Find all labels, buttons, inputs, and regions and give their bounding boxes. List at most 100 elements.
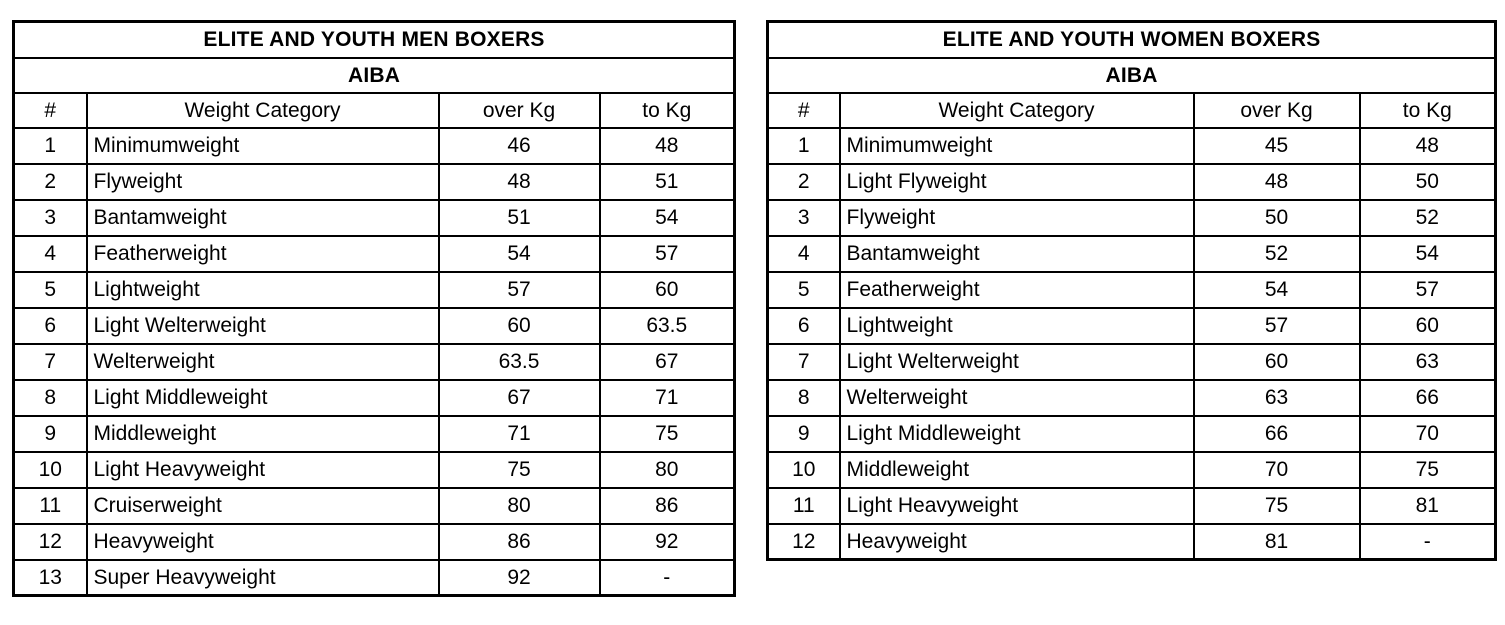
row-to-kg: 54 <box>598 198 736 237</box>
row-to-kg: 67 <box>598 342 736 381</box>
women-table-body: 1 Minimumweight 45 48 2 Light Flyweight 48 50 3 F… <box>766 126 1497 561</box>
row-over-kg: 66 <box>1192 414 1361 453</box>
row-weight-category: Super Heavyweight <box>85 558 440 597</box>
row-to-kg: 66 <box>1358 378 1497 417</box>
row-to-kg: 63.5 <box>598 306 736 345</box>
women-table-title: ELITE AND YOUTH WOMEN BOXERS <box>766 20 1497 59</box>
row-weight-category: Light Welterweight <box>838 342 1195 381</box>
row-weight-category: Heavyweight <box>838 522 1195 561</box>
table-row: 6 Light Welterweight 60 63.5 <box>12 306 736 345</box>
row-over-kg: 57 <box>1192 306 1361 345</box>
table-row: 9 Light Middleweight 66 70 <box>766 414 1497 453</box>
row-over-kg: 63.5 <box>437 342 601 381</box>
row-over-kg: 45 <box>1192 126 1361 165</box>
table-row: 2 Light Flyweight 48 50 <box>766 162 1497 201</box>
table-row: 4 Featherweight 54 57 <box>12 234 736 273</box>
table-row: 11 Light Heavyweight 75 81 <box>766 486 1497 525</box>
table-row: 12 Heavyweight 86 92 <box>12 522 736 561</box>
row-index: 1 <box>12 126 88 165</box>
row-to-kg: 48 <box>598 126 736 165</box>
row-weight-category: Heavyweight <box>85 522 440 561</box>
table-row: 3 Flyweight 50 52 <box>766 198 1497 237</box>
row-to-kg: 52 <box>1358 198 1497 237</box>
row-over-kg: 70 <box>1192 450 1361 489</box>
row-to-kg: 75 <box>598 414 736 453</box>
table-row: 9 Middleweight 71 75 <box>12 414 736 453</box>
row-to-kg: 57 <box>598 234 736 273</box>
row-weight-category: Featherweight <box>838 270 1195 309</box>
row-to-kg: 60 <box>1358 306 1497 345</box>
row-over-kg: 50 <box>1192 198 1361 237</box>
row-index: 5 <box>766 270 841 309</box>
table-row: 1 Minimumweight 45 48 <box>766 126 1497 165</box>
row-over-kg: 57 <box>437 270 601 309</box>
row-index: 6 <box>12 306 88 345</box>
table-row: 5 Lightweight 57 60 <box>12 270 736 309</box>
table-row: 5 Featherweight 54 57 <box>766 270 1497 309</box>
row-weight-category: Middleweight <box>838 450 1195 489</box>
table-row: 12 Heavyweight 81- <box>766 522 1497 561</box>
row-over-kg: 63 <box>1192 378 1361 417</box>
row-index: 11 <box>12 486 88 525</box>
row-index: 2 <box>12 162 88 201</box>
row-index: 7 <box>12 342 88 381</box>
table-row: 3 Bantamweight 51 54 <box>12 198 736 237</box>
row-index: 8 <box>766 378 841 417</box>
row-to-kg: - <box>1358 522 1497 561</box>
row-weight-category: Cruiserweight <box>85 486 440 525</box>
row-over-kg: 75 <box>1192 486 1361 525</box>
row-index: 10 <box>766 450 841 489</box>
row-to-kg: 51 <box>598 162 736 201</box>
table-row: 7 Light Welterweight 60 63 <box>766 342 1497 381</box>
table-title-row: ELITE AND YOUTH MEN BOXERS <box>12 20 736 59</box>
row-weight-category: Light Flyweight <box>838 162 1195 201</box>
row-weight-category: Minimumweight <box>85 126 440 165</box>
men-table-body: 1 Minimumweight 46 48 2 Flyweight 48 51 3 Bantamw… <box>12 126 736 597</box>
row-index: 9 <box>12 414 88 453</box>
row-index: 11 <box>766 486 841 525</box>
women-boxers-weight-table: ELITE AND YOUTH WOMEN BOXERS AIBA # Weig… <box>766 20 1498 561</box>
table-organization-row: AIBA <box>12 56 736 94</box>
women-column-header-to-kg: to Kg <box>1358 91 1497 129</box>
row-over-kg: 86 <box>437 522 601 561</box>
row-index: 3 <box>12 198 88 237</box>
table-row: 8 Light Middleweight 67 71 <box>12 378 736 417</box>
row-index: 6 <box>766 306 841 345</box>
row-index: 3 <box>766 198 841 237</box>
row-over-kg: 54 <box>1192 270 1361 309</box>
men-table-organization: AIBA <box>12 56 736 94</box>
women-column-header-over-kg: over Kg <box>1192 91 1361 129</box>
row-weight-category: Minimumweight <box>838 126 1195 165</box>
women-table-organization: AIBA <box>766 56 1497 94</box>
table-row: 1 Minimumweight 46 48 <box>12 126 736 165</box>
row-over-kg: 54 <box>437 234 601 273</box>
row-to-kg: 80 <box>598 450 736 489</box>
row-to-kg: 60 <box>598 270 736 309</box>
row-index: 12 <box>766 522 841 561</box>
row-index: 10 <box>12 450 88 489</box>
row-over-kg: 51 <box>437 198 601 237</box>
row-to-kg: 54 <box>1358 234 1497 273</box>
table-row: 10 Light Heavyweight 75 80 <box>12 450 736 489</box>
women-column-header-index: # <box>766 91 841 129</box>
table-row: 11 Cruiserweight 80 86 <box>12 486 736 525</box>
row-weight-category: Light Heavyweight <box>838 486 1195 525</box>
row-index: 7 <box>766 342 841 381</box>
row-index: 5 <box>12 270 88 309</box>
table-title-row: ELITE AND YOUTH WOMEN BOXERS <box>766 20 1497 59</box>
row-index: 2 <box>766 162 841 201</box>
table-row: 10 Middleweight 70 75 <box>766 450 1497 489</box>
row-over-kg: 80 <box>437 486 601 525</box>
row-over-kg: 52 <box>1192 234 1361 273</box>
row-over-kg: 46 <box>437 126 601 165</box>
row-over-kg: 75 <box>437 450 601 489</box>
row-index: 4 <box>766 234 841 273</box>
row-weight-category: Bantamweight <box>85 198 440 237</box>
women-column-header-category: Weight Category <box>838 91 1195 129</box>
table-organization-row: AIBA <box>766 56 1497 94</box>
row-weight-category: Flyweight <box>85 162 440 201</box>
table-row: 4 Bantamweight 52 54 <box>766 234 1497 273</box>
row-to-kg: 81 <box>1358 486 1497 525</box>
row-weight-category: Bantamweight <box>838 234 1195 273</box>
row-over-kg: 67 <box>437 378 601 417</box>
